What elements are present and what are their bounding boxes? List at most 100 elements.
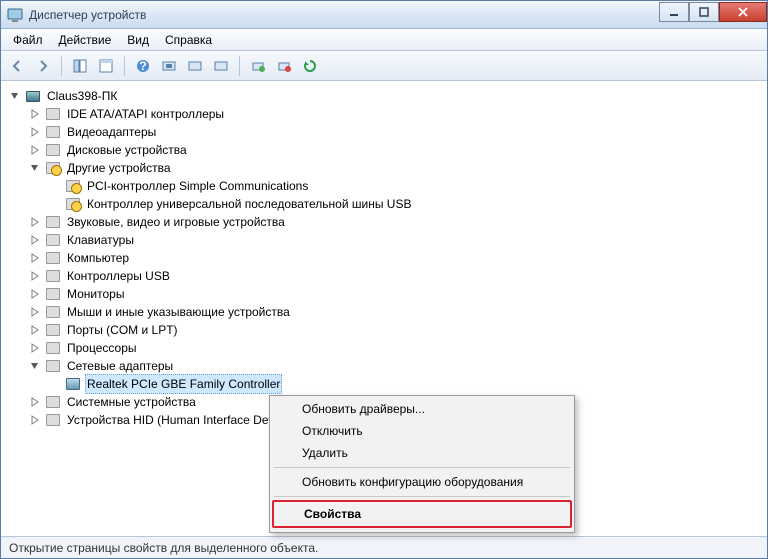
collapse-icon[interactable] — [29, 360, 41, 372]
show-hide-console-tree-button[interactable] — [68, 54, 92, 78]
device-category-icon — [45, 286, 61, 302]
ctx-scan-hardware[interactable]: Обновить конфигурацию оборудования — [272, 471, 572, 493]
tree-item-label: Системные устройства — [65, 393, 198, 411]
device-category-icon — [45, 142, 61, 158]
tree-item[interactable]: Мыши и иные указывающие устройства — [5, 303, 763, 321]
tree-item[interactable]: IDE ATA/ATAPI контроллеры — [5, 105, 763, 123]
properties-button[interactable] — [94, 54, 118, 78]
context-menu: Обновить драйверы... Отключить Удалить О… — [269, 395, 575, 533]
tree-item-label: Процессоры — [65, 339, 139, 357]
tree-item-label: Контроллер универсальной последовательно… — [85, 195, 413, 213]
tree-item[interactable]: PCI-контроллер Simple Communications — [5, 177, 763, 195]
device-category-icon — [45, 214, 61, 230]
update-driver-button[interactable] — [183, 54, 207, 78]
tree-item-label: Порты (COM и LPT) — [65, 321, 180, 339]
device-category-icon — [45, 232, 61, 248]
tree-item-label: Мониторы — [65, 285, 126, 303]
tree-root[interactable]: Claus398-ПК — [5, 87, 763, 105]
toolbar-separator — [124, 56, 125, 76]
device-category-icon — [45, 268, 61, 284]
tree-item[interactable]: Дисковые устройства — [5, 141, 763, 159]
tree-item-label: Мыши и иные указывающие устройства — [65, 303, 292, 321]
device-category-icon — [45, 358, 61, 374]
expand-icon[interactable] — [29, 288, 41, 300]
statusbar: Открытие страницы свойств для выделенног… — [1, 536, 767, 558]
expand-icon[interactable] — [29, 396, 41, 408]
ctx-highlight: Свойства — [272, 500, 572, 528]
device-category-icon — [45, 250, 61, 266]
toolbar-separator — [61, 56, 62, 76]
expand-icon[interactable] — [29, 108, 41, 120]
forward-button[interactable] — [31, 54, 55, 78]
collapse-icon[interactable] — [29, 162, 41, 174]
tree-root-label: Claus398-ПК — [45, 87, 119, 105]
expand-icon[interactable] — [29, 342, 41, 354]
maximize-button[interactable] — [689, 2, 719, 22]
help-button[interactable]: ? — [131, 54, 155, 78]
expand-icon[interactable] — [29, 270, 41, 282]
refresh-button[interactable] — [298, 54, 322, 78]
uninstall-button[interactable] — [209, 54, 233, 78]
close-button[interactable] — [719, 2, 767, 22]
tree-item-label: PCI-контроллер Simple Communications — [85, 177, 310, 195]
menu-help[interactable]: Справка — [157, 30, 220, 50]
ctx-disable[interactable]: Отключить — [272, 420, 572, 442]
enable-button[interactable] — [246, 54, 270, 78]
device-category-icon — [45, 160, 61, 176]
ctx-separator — [274, 496, 570, 497]
toolbar: ? — [1, 51, 767, 81]
device-category-icon — [45, 340, 61, 356]
tree-item[interactable]: Процессоры — [5, 339, 763, 357]
device-icon — [65, 196, 81, 212]
menu-action[interactable]: Действие — [51, 30, 120, 50]
tree-item[interactable]: Порты (COM и LPT) — [5, 321, 763, 339]
tree-item[interactable]: Видеоадаптеры — [5, 123, 763, 141]
tree-item-label: Сетевые адаптеры — [65, 357, 175, 375]
ctx-properties[interactable]: Свойства — [274, 502, 570, 526]
statusbar-text: Открытие страницы свойств для выделенног… — [9, 541, 318, 555]
tree-item[interactable]: Клавиатуры — [5, 231, 763, 249]
tree-item-label: IDE ATA/ATAPI контроллеры — [65, 105, 226, 123]
menu-view[interactable]: Вид — [119, 30, 157, 50]
disable-button[interactable] — [272, 54, 296, 78]
titlebar: Диспетчер устройств — [1, 1, 767, 29]
tree-item[interactable]: Realtek PCIe GBE Family Controller — [5, 375, 763, 393]
tree-item-label: Устройства HID (Human Interface Devices) — [65, 411, 302, 429]
expand-icon[interactable] — [29, 306, 41, 318]
scan-hardware-button[interactable] — [157, 54, 181, 78]
expand-icon[interactable] — [29, 144, 41, 156]
expand-icon[interactable] — [29, 126, 41, 138]
device-category-icon — [45, 124, 61, 140]
window-title: Диспетчер устройств — [29, 8, 659, 22]
tree-item[interactable]: Другие устройства — [5, 159, 763, 177]
expand-icon[interactable] — [29, 234, 41, 246]
tree-item-label: Клавиатуры — [65, 231, 136, 249]
tree-item-label: Звуковые, видео и игровые устройства — [65, 213, 287, 231]
back-button[interactable] — [5, 54, 29, 78]
tree-item[interactable]: Сетевые адаптеры — [5, 357, 763, 375]
expand-icon[interactable] — [29, 324, 41, 336]
tree-item[interactable]: Звуковые, видео и игровые устройства — [5, 213, 763, 231]
tree-item-label: Другие устройства — [65, 159, 173, 177]
device-category-icon — [45, 106, 61, 122]
ctx-delete[interactable]: Удалить — [272, 442, 572, 464]
expand-icon[interactable] — [29, 216, 41, 228]
device-category-icon — [45, 322, 61, 338]
collapse-icon[interactable] — [9, 90, 21, 102]
tree-item[interactable]: Контроллеры USB — [5, 267, 763, 285]
device-category-icon — [45, 304, 61, 320]
tree-item[interactable]: Мониторы — [5, 285, 763, 303]
tree-item-label: Компьютер — [65, 249, 131, 267]
tree-item[interactable]: Компьютер — [5, 249, 763, 267]
tree-item[interactable]: Контроллер универсальной последовательно… — [5, 195, 763, 213]
expand-icon[interactable] — [29, 414, 41, 426]
tree-item-label: Видеоадаптеры — [65, 123, 158, 141]
expand-icon[interactable] — [29, 252, 41, 264]
ctx-update-drivers[interactable]: Обновить драйверы... — [272, 398, 572, 420]
tree-item-label: Realtek PCIe GBE Family Controller — [85, 374, 282, 394]
menu-file[interactable]: Файл — [5, 30, 51, 50]
minimize-button[interactable] — [659, 2, 689, 22]
device-category-icon — [45, 412, 61, 428]
device-category-icon — [45, 394, 61, 410]
device-icon — [65, 178, 81, 194]
